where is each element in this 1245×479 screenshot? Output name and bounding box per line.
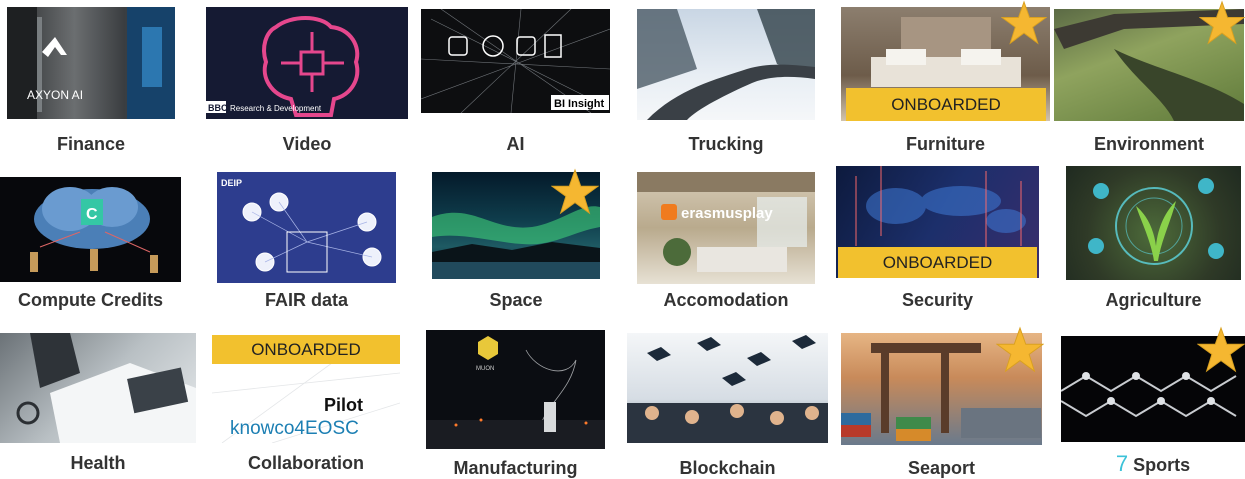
fair-data-overlay-text: DEIP	[221, 178, 242, 188]
tile-agriculture	[1066, 166, 1241, 280]
factory-night-image: MUON	[426, 336, 605, 449]
tile-video: BBC Research & Development	[206, 7, 408, 119]
star-icon-sports	[1197, 326, 1245, 373]
tile-ai: BI Insight	[421, 9, 610, 113]
tile-label-health: Health	[70, 453, 126, 473]
star-icon-space	[551, 168, 599, 215]
tile-label-agriculture: Agriculture	[1105, 290, 1202, 310]
sports-label-text: Sports	[1133, 455, 1191, 475]
plant-tech-image	[1088, 178, 1224, 265]
doctor-laptop-image	[16, 333, 196, 443]
server-rack-image: AXYON AI	[7, 7, 175, 119]
snowy-road-image	[637, 9, 815, 120]
tile-label-accomodation: Accomodation	[663, 290, 789, 310]
tile-label-furniture: Furniture	[906, 134, 985, 154]
graduation-caps-image	[627, 335, 828, 443]
collaboration-overlay-text: Pilot	[324, 395, 363, 415]
star-icon-seaport	[996, 326, 1044, 373]
star-icon-furniture	[1001, 0, 1047, 45]
ai-badge: BI Insight	[554, 98, 604, 110]
collaboration-logo: knowco4EOSC	[230, 418, 359, 439]
tile-label-collaboration: Collaboration	[248, 453, 364, 473]
finance-overlay-text: AXYON AI	[27, 88, 83, 102]
tile-finance: AXYON AI	[7, 7, 175, 119]
accomodation-overlay-text: erasmusplay	[681, 205, 773, 222]
cloud-people-image: C	[30, 187, 158, 273]
tile-label-fair-data: FAIR data	[264, 290, 348, 310]
data-flow-diagram-image: DEIP	[221, 178, 382, 273]
slide-number: 7	[1115, 451, 1129, 476]
onboarded-banner-security: ONBOARDED	[838, 247, 1037, 278]
tile-blockchain	[627, 333, 828, 443]
tile-accomodation: erasmusplay	[637, 172, 815, 284]
tile-label-ai: AI	[506, 134, 525, 154]
svg-text:C: C	[86, 206, 98, 223]
tile-health	[0, 333, 196, 443]
video-overlay-text: Research & Development	[230, 104, 322, 113]
tile-label-seaport: Seaport	[907, 458, 976, 478]
tile-label-compute-credits: Compute Credits	[17, 290, 163, 310]
tile-label-space: Space	[489, 290, 543, 310]
network-nodes-image: BI Insight	[421, 9, 610, 113]
manufacturing-overlay-text: MUON	[476, 366, 494, 372]
tile-trucking	[637, 9, 815, 120]
tile-label-video: Video	[282, 134, 332, 154]
tile-label-manufacturing: Manufacturing	[453, 458, 578, 478]
tile-manufacturing: MUON	[426, 330, 605, 449]
star-icon-environment	[1199, 0, 1245, 45]
tile-label-environment: Environment	[1093, 134, 1204, 154]
tile-label-trucking: Trucking	[688, 134, 764, 154]
tile-label-sports: 7 Sports	[1061, 451, 1245, 477]
brain-circuit-image: BBC Research & Development	[206, 16, 360, 117]
tile-compute-credits: C	[0, 177, 181, 282]
living-room-image: erasmusplay	[637, 172, 815, 272]
onboarded-banner-furniture: ONBOARDED	[846, 88, 1046, 121]
tile-label-security: Security	[901, 290, 974, 310]
tile-label-finance: Finance	[56, 134, 126, 154]
onboarded-banner-collaboration: ONBOARDED	[212, 335, 400, 364]
video-badge: BBC	[208, 103, 228, 113]
tile-label-blockchain: Blockchain	[679, 458, 776, 478]
tile-fair-data: DEIP	[217, 172, 396, 283]
